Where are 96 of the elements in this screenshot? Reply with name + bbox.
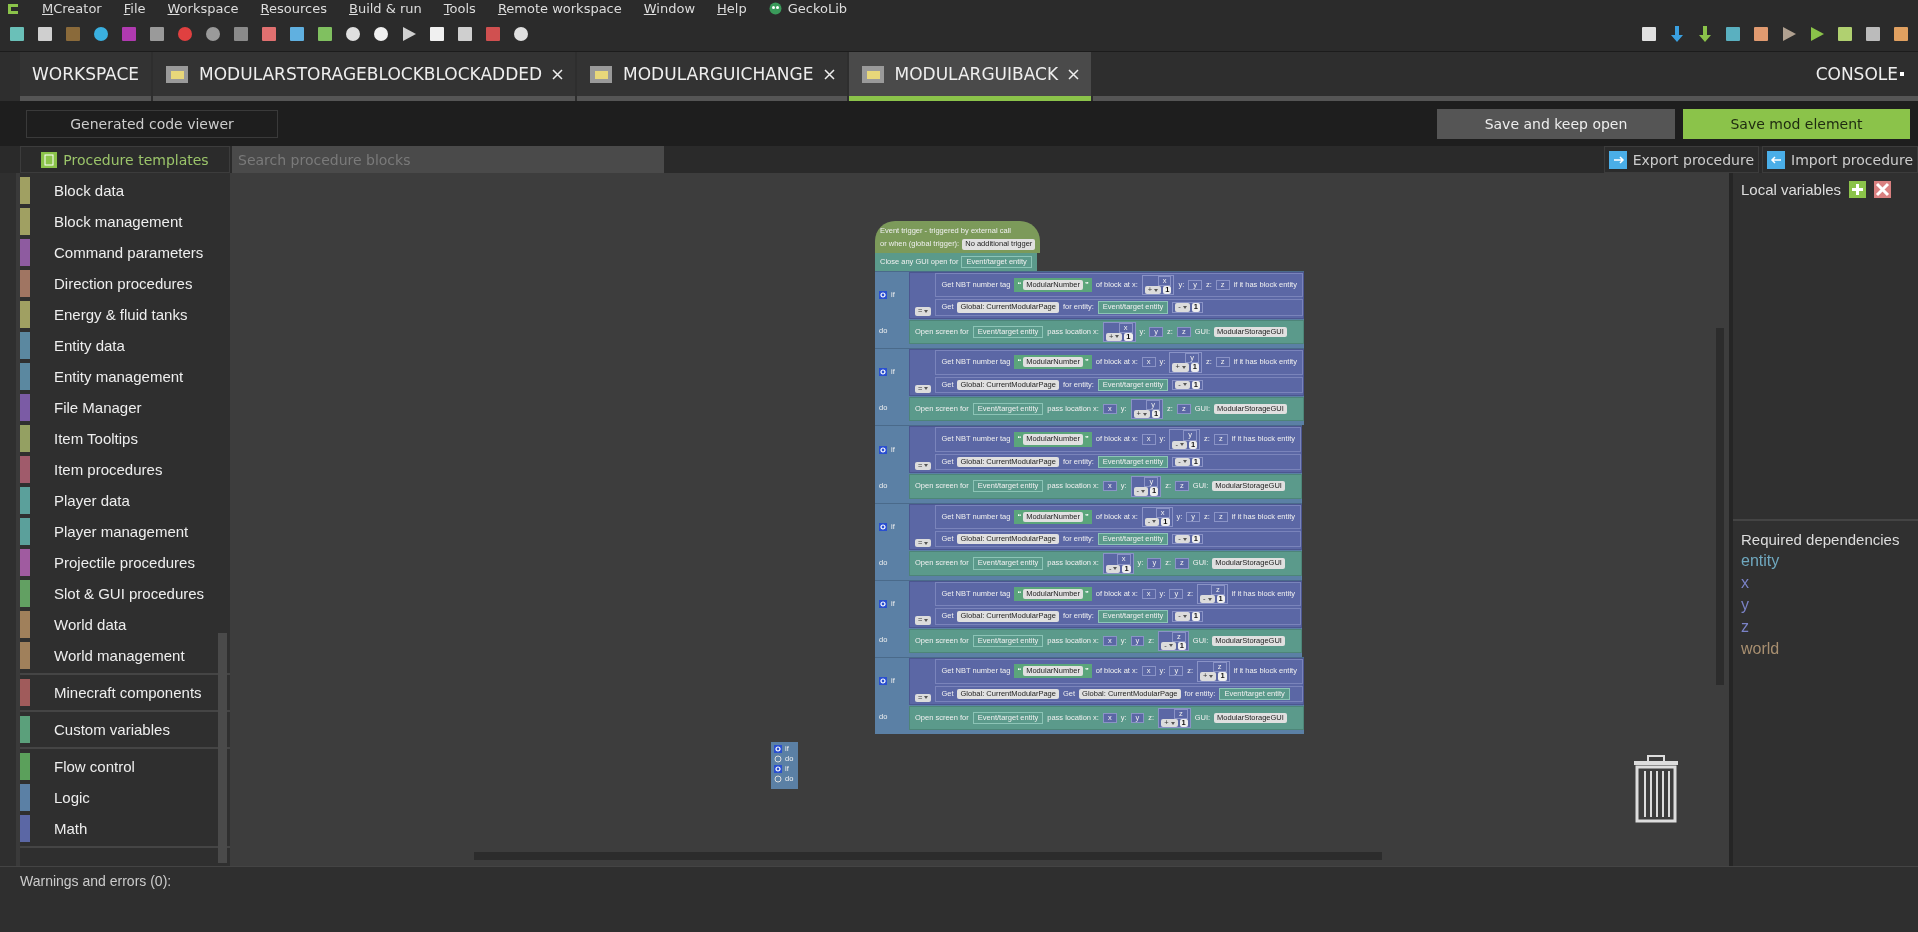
dependency-item: z (1741, 618, 1750, 636)
save-button[interactable]: Save and keep open (1437, 108, 1675, 139)
close-icon[interactable] (552, 68, 564, 80)
scrollbar[interactable] (218, 633, 227, 863)
ring-icon (774, 774, 782, 783)
category-item[interactable]: Player management (54, 523, 189, 540)
procedure-button[interactable]: Import procedure (1762, 146, 1918, 173)
category-item[interactable]: Flow control (54, 758, 135, 775)
category-item[interactable]: Block data (54, 182, 125, 199)
category-item[interactable]: Projectile procedures (54, 554, 195, 571)
import-icon (1767, 150, 1786, 169)
menu-item[interactable]: File (123, 1, 146, 16)
gear-icon[interactable] (879, 522, 887, 531)
caret-icon (924, 541, 929, 545)
ring-icon (774, 754, 782, 763)
caret-icon (1182, 305, 1187, 309)
category-item[interactable]: Block management (54, 213, 183, 230)
procedure-button[interactable]: Export procedure (1603, 146, 1760, 173)
app-logo-icon (6, 1, 20, 16)
caret-icon (924, 696, 929, 700)
gear-icon[interactable] (879, 291, 887, 300)
menu-item[interactable]: GeckoLib (768, 1, 848, 16)
category-item[interactable]: World data (54, 616, 127, 633)
category-item[interactable]: Item procedures (54, 461, 163, 478)
console-tab[interactable]: CONSOLE (1815, 64, 1898, 84)
caret-icon (1181, 365, 1186, 369)
dependency-item: entity (1741, 552, 1781, 570)
templates-icon (41, 151, 58, 168)
dependency-item: x (1741, 574, 1750, 592)
menu-item[interactable]: Help (717, 1, 747, 16)
caret-icon (924, 464, 929, 468)
caret-icon (1207, 597, 1212, 601)
menu-item[interactable]: Window (643, 1, 696, 16)
caret-icon (1113, 567, 1118, 571)
category-item[interactable]: Player data (54, 492, 130, 509)
category-item[interactable]: Command parameters (54, 244, 204, 261)
editor-tab[interactable]: MODULARGUIBACK (848, 52, 1092, 101)
category-item[interactable]: Slot & GUI procedures (54, 585, 205, 602)
caret-icon (1154, 288, 1159, 292)
category-item[interactable]: Minecraft components (54, 684, 202, 701)
menu-item[interactable]: MCreator (42, 1, 102, 16)
code-viewer-button[interactable]: Generated code viewer (26, 109, 278, 138)
caret-icon (924, 387, 929, 391)
caret-icon (1179, 443, 1184, 447)
caret-icon (1142, 412, 1147, 416)
delete-icon[interactable] (1874, 181, 1892, 198)
gear-icon[interactable] (774, 744, 782, 753)
category-item[interactable]: Entity data (54, 337, 125, 354)
caret-icon (1182, 460, 1187, 464)
caret-icon (924, 618, 929, 622)
category-item[interactable]: Math (54, 820, 88, 837)
menu-item[interactable]: Resources (260, 1, 327, 16)
save-button[interactable]: Save mod element (1683, 108, 1910, 139)
gear-icon[interactable] (774, 764, 782, 773)
menu-item[interactable]: Build & run (348, 1, 422, 16)
category-item[interactable]: File Manager (54, 399, 142, 416)
caret-icon (1182, 383, 1187, 387)
gear-icon[interactable] (879, 445, 887, 454)
category-item[interactable]: Direction procedures (54, 275, 193, 292)
menu-item[interactable]: Remote workspace (497, 1, 622, 16)
caret-icon (1152, 520, 1157, 524)
plugin-icon (768, 2, 782, 15)
dependency-item: world (1741, 640, 1781, 658)
menu-item[interactable]: Workspace (167, 1, 239, 16)
category-item[interactable]: Entity management (54, 368, 184, 385)
editor-tab[interactable]: WORKSPACE (20, 52, 152, 101)
download-icon[interactable] (1668, 25, 1686, 43)
category-item[interactable]: Item Tooltips (54, 430, 138, 447)
close-icon[interactable] (1068, 68, 1080, 80)
editor-tab[interactable]: MODULARGUICHANGE (577, 52, 847, 101)
play-icon[interactable] (1808, 25, 1826, 43)
category-item[interactable]: Logic (54, 789, 90, 806)
category-item[interactable]: Energy & fluid tanks (54, 306, 188, 323)
caret-icon (1141, 489, 1146, 493)
gear-icon[interactable] (879, 677, 887, 686)
gear-icon[interactable] (879, 368, 887, 377)
caret-icon (924, 309, 929, 313)
warnings-title: Warnings and errors (0): (20, 873, 172, 889)
category-item[interactable]: World management (54, 647, 185, 664)
add-icon[interactable] (1849, 181, 1867, 198)
panel-title: Local variables (1741, 181, 1842, 198)
stop-icon[interactable] (1864, 25, 1882, 43)
editor-tab[interactable]: MODULARSTORAGEBLOCKBLOCKADDED (153, 52, 576, 101)
menu-item[interactable]: Tools (443, 1, 476, 16)
caret-icon (1115, 335, 1120, 339)
caret-icon (1170, 721, 1175, 725)
templates-button[interactable]: Procedure templates (20, 146, 230, 173)
caret-icon (1182, 614, 1187, 618)
dependency-item: y (1741, 596, 1750, 614)
caret-icon (1209, 674, 1214, 678)
category-item[interactable]: Custom variables (54, 721, 170, 738)
gear-icon[interactable] (879, 600, 887, 609)
caret-icon (1168, 644, 1173, 648)
close-icon[interactable] (823, 68, 835, 80)
caret-icon (1182, 537, 1187, 541)
panel-title: Required dependencies (1741, 531, 1901, 548)
